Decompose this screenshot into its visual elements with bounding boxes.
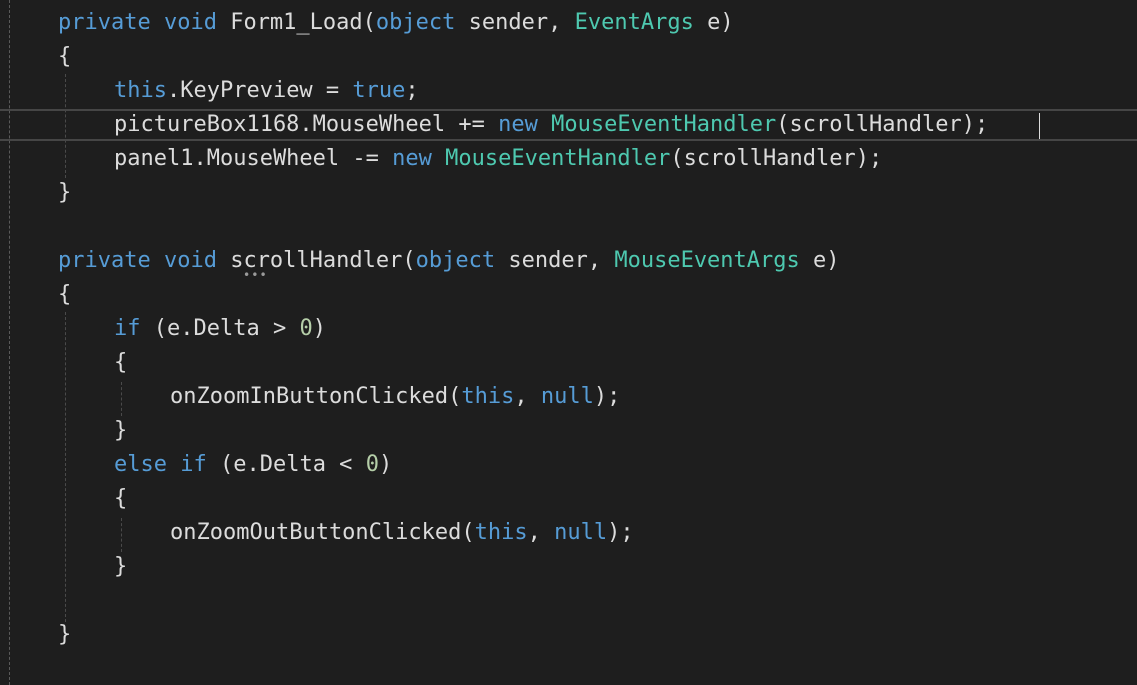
indent-guide-else-block <box>121 518 122 552</box>
code-token: (e.Delta < <box>206 452 366 477</box>
code-token: ); <box>593 384 621 409</box>
code-token: { <box>58 44 72 69</box>
code-token: { <box>114 350 128 375</box>
code-token: onZoomInButtonClicked( <box>170 384 462 409</box>
code-line-4[interactable]: pictureBox1168.MouseWheel += new MouseEv… <box>114 108 988 142</box>
code-token: .KeyPreview = <box>166 78 353 103</box>
code-token: e) <box>693 10 734 35</box>
code-line-19[interactable]: } <box>58 618 71 652</box>
code-token: void <box>163 10 217 35</box>
code-token: null <box>554 520 608 545</box>
text-caret <box>1039 113 1040 139</box>
code-token: void <box>163 248 217 273</box>
code-token: { <box>58 282 72 307</box>
code-token: } <box>114 418 128 443</box>
code-token: ) <box>312 316 326 341</box>
code-token: , <box>527 520 555 545</box>
code-line-15[interactable]: { <box>114 482 127 516</box>
code-token: MouseEventHandler <box>445 146 671 171</box>
code-token: MouseEventHandler <box>551 112 777 137</box>
code-line-9[interactable]: { <box>58 278 71 312</box>
code-token: sender, <box>455 10 575 35</box>
code-line-16[interactable]: onZoomOutButtonClicked(this, null); <box>170 516 634 550</box>
code-token: if <box>180 452 207 477</box>
code-line-6[interactable]: } <box>58 176 71 210</box>
code-token: } <box>58 180 72 205</box>
code-token: private <box>58 248 151 273</box>
indent-guide-if-block <box>121 382 122 416</box>
code-line-11[interactable]: { <box>114 346 127 380</box>
code-token: this <box>461 384 515 409</box>
code-line-5[interactable]: panel1.MouseWheel -= new MouseEventHandl… <box>114 142 882 176</box>
code-token: panel1.MouseWheel -= <box>114 146 393 171</box>
code-line-10[interactable]: if (e.Delta > 0) <box>114 312 326 346</box>
quick-action-dots-icon[interactable]: ••• <box>243 269 268 281</box>
code-token: (e.Delta > <box>140 316 300 341</box>
code-token: this <box>114 78 167 103</box>
code-token: pictureBox1168.MouseWheel += <box>114 112 499 137</box>
code-token: MouseEventArgs <box>614 248 800 273</box>
code-line-2[interactable]: { <box>58 40 71 74</box>
margin-guide <box>9 0 10 685</box>
code-token: if <box>114 316 141 341</box>
code-token: e) <box>799 248 840 273</box>
code-token: object <box>375 10 456 35</box>
code-token: new <box>498 112 538 137</box>
code-token: { <box>114 486 128 511</box>
code-line-8[interactable]: private void scrollHandler(object sender… <box>58 244 840 278</box>
code-token: sender, <box>495 248 615 273</box>
code-token: onZoomOutButtonClicked( <box>170 520 475 545</box>
code-token: private <box>58 10 151 35</box>
code-token: object <box>415 248 496 273</box>
code-token: ; <box>405 78 419 103</box>
code-token: ) <box>378 452 393 477</box>
code-token: 0 <box>365 452 379 477</box>
code-token: } <box>114 554 128 579</box>
indent-guide-method-2 <box>65 312 66 622</box>
code-token: null <box>540 384 594 409</box>
code-token: else <box>114 452 167 477</box>
code-line-12[interactable]: onZoomInButtonClicked(this, null); <box>170 380 620 414</box>
code-token: true <box>352 78 406 103</box>
code-line-13[interactable]: } <box>114 414 127 448</box>
code-token: ); <box>607 520 634 545</box>
code-token: this <box>474 520 528 545</box>
code-token: new <box>392 146 432 171</box>
code-token: 0 <box>299 316 313 341</box>
code-token: , <box>514 384 541 409</box>
code-line-3[interactable]: this.KeyPreview = true; <box>114 74 419 108</box>
code-token: } <box>58 622 72 647</box>
code-editor[interactable]: private void Form1_Load(object sender, E… <box>0 0 1137 685</box>
code-token: EventArgs <box>574 10 694 35</box>
code-token: (scrollHandler); <box>776 112 989 137</box>
code-token: Form1_Load( <box>216 10 376 35</box>
code-line-14[interactable]: else if (e.Delta < 0) <box>114 448 392 482</box>
code-token: (scrollHandler); <box>670 146 883 171</box>
code-line-17[interactable]: } <box>114 550 127 584</box>
code-line-1[interactable]: private void Form1_Load(object sender, E… <box>58 6 734 40</box>
